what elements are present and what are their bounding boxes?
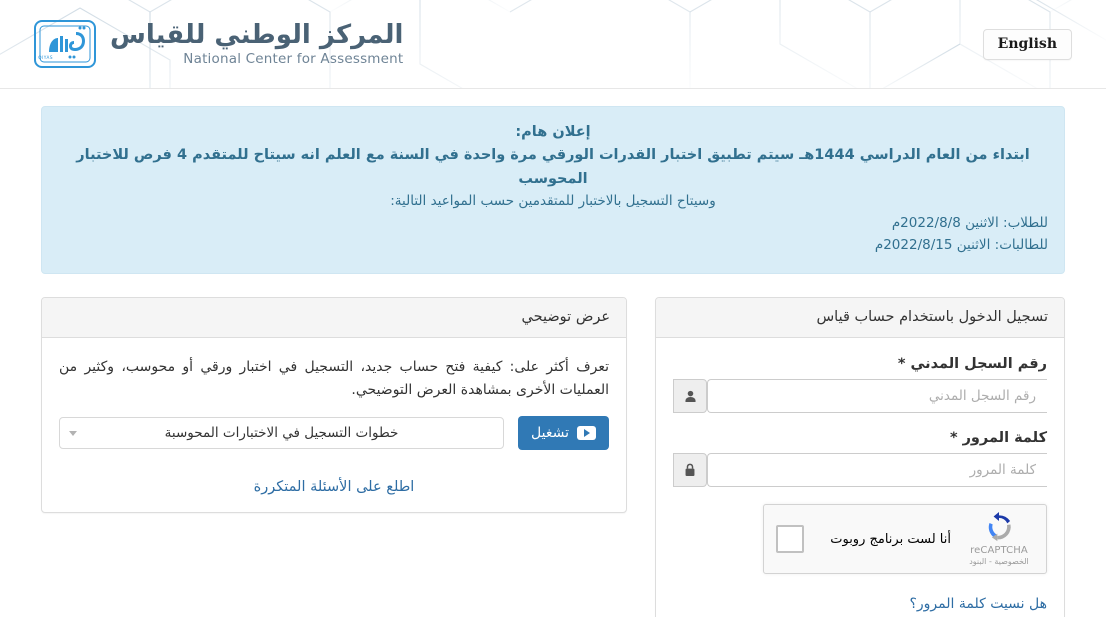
login-panel-body: رقم السجل المدني * كلمة المرور *: [656, 338, 1064, 617]
login-page: English المركز الوطني للقياس National Ce…: [0, 0, 1106, 617]
demo-video-select-value: خطوات التسجيل في الاختبارات المحوسبة: [164, 425, 399, 442]
recaptcha-widget[interactable]: أنا لست برنامج روبوت reCAPTCHA الخصوصية …: [763, 504, 1047, 575]
password-label: كلمة المرور *: [949, 430, 1047, 447]
play-demo-label: تشغيل: [531, 424, 569, 441]
login-panel: تسجيل الدخول باستخدام حساب قياس رقم السج…: [655, 297, 1065, 617]
user-icon: [673, 379, 707, 414]
recaptcha-logo-icon: [988, 512, 1011, 542]
brand-name-arabic: المركز الوطني للقياس: [110, 19, 404, 50]
forgot-password-row: هل نسيت كلمة المرور؟: [673, 593, 1047, 612]
login-panel-heading: تسجيل الدخول باستخدام حساب قياس: [656, 298, 1064, 339]
national-id-label: رقم السجل المدني *: [897, 356, 1047, 373]
demo-video-select[interactable]: خطوات التسجيل في الاختبارات المحوسبة: [59, 417, 505, 450]
chevron-down-icon: [69, 431, 77, 437]
password-group: [673, 453, 1047, 488]
youtube-play-icon: [577, 425, 596, 440]
logo-wordmark: QIYAS: [38, 55, 53, 60]
brand-lockup: المركز الوطني للقياس National Center for…: [34, 20, 403, 68]
demo-panel-heading: عرض توضيحي: [42, 298, 626, 339]
forgot-password-link[interactable]: هل نسيت كلمة المرور؟: [909, 596, 1047, 612]
announcement-main-text: ابتداء من العام الدراسي 1444هـ سيتم تطبي…: [76, 147, 1030, 187]
play-demo-button[interactable]: تشغيل: [518, 416, 609, 451]
faq-row: اطلع على الأسئلة المتكررة: [59, 476, 609, 495]
login-column: تسجيل الدخول باستخدام حساب قياس رقم السج…: [655, 297, 1065, 617]
lock-icon: [673, 453, 707, 488]
brand-text: المركز الوطني للقياس National Center for…: [110, 22, 403, 67]
announcement-date-male: للطلاب: الاثنين 2022/8/8م: [891, 215, 1048, 232]
faq-link[interactable]: اطلع على الأسئلة المتكررة: [254, 479, 415, 495]
demo-panel-body: تعرف أكثر على: كيفية فتح حساب جديد، التس…: [42, 338, 626, 512]
national-id-group: [673, 379, 1047, 414]
brand-name-english: National Center for Assessment: [183, 50, 404, 67]
recaptcha-row: أنا لست برنامج روبوت reCAPTCHA الخصوصية …: [673, 504, 1047, 575]
language-toggle-button[interactable]: English: [982, 28, 1072, 60]
demo-controls-row: خطوات التسجيل في الاختبارات المحوسبة تشغ…: [59, 416, 609, 451]
demo-description: تعرف أكثر على: كيفية فتح حساب جديد، التس…: [59, 359, 609, 398]
announcement-sub-text: وسيتاح التسجيل بالاختبار للمتقدمين حسب ا…: [390, 193, 716, 210]
recaptcha-terms-link[interactable]: الخصوصية - البنود: [964, 558, 1034, 566]
password-input[interactable]: [707, 453, 1047, 488]
demo-column: عرض توضيحي تعرف أكثر على: كيفية فتح حساب…: [41, 297, 627, 514]
recaptcha-checkbox[interactable]: [776, 525, 804, 554]
qiyas-logo-icon: QIYAS: [34, 20, 96, 68]
demo-panel: عرض توضيحي تعرف أكثر على: كيفية فتح حساب…: [41, 297, 627, 514]
recaptcha-label: أنا لست برنامج روبوت: [830, 531, 951, 547]
national-id-input[interactable]: [707, 379, 1047, 414]
content-columns: تسجيل الدخول باستخدام حساب قياس رقم السج…: [41, 297, 1065, 617]
announcement-title: إعلان هام:: [515, 124, 591, 140]
page-container: إعلان هام: ابتداء من العام الدراسي 1444ه…: [41, 89, 1065, 617]
announcement-banner: إعلان هام: ابتداء من العام الدراسي 1444ه…: [41, 106, 1065, 275]
recaptcha-branding: reCAPTCHA الخصوصية - البنود: [964, 512, 1034, 566]
site-header: English المركز الوطني للقياس National Ce…: [0, 0, 1106, 89]
recaptcha-brand-name: reCAPTCHA: [970, 545, 1028, 557]
announcement-date-female: للطالبات: الاثنين 2022/8/15م: [874, 237, 1048, 254]
